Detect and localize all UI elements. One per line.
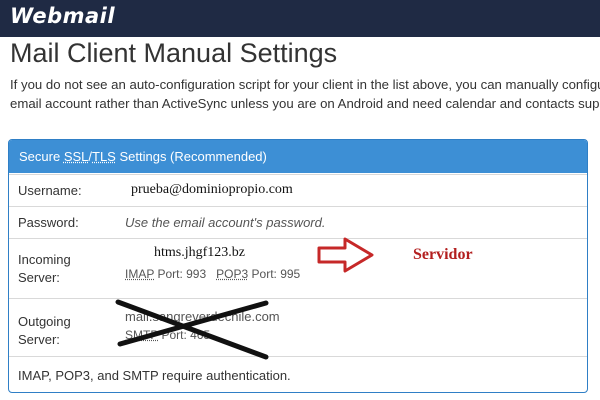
panel-header-suffix: Settings (Recommended) (115, 149, 267, 164)
intro-text: If you do not see an auto-configuration … (10, 75, 600, 113)
webmail-logo[interactable]: Webmail (10, 4, 115, 28)
top-bar: Webmail (0, 0, 600, 37)
outgoing-label-line2: Server: (18, 332, 60, 347)
auth-note: IMAP, POP3, and SMTP require authenticat… (18, 368, 291, 383)
incoming-host: htms.jhgf123.bz (154, 245, 245, 260)
intro-line-1: If you do not see an auto-configuration … (10, 77, 600, 92)
username-row: Username: prueba@dominiopropio.com (9, 174, 587, 207)
intro-line-2: email account rather than ActiveSync unl… (10, 96, 600, 111)
panel-header: Secure SSL/TLS Settings (Recommended) (9, 140, 587, 173)
username-label: Username: (18, 183, 82, 198)
outgoing-server-row: Outgoing Server: mail.sangreverdechile.c… (9, 298, 587, 357)
ssl-abbr: SSL (63, 149, 89, 164)
password-row: Password: Use the email account's passwo… (9, 206, 587, 239)
incoming-ports: IMAP Port: 993 POP3 Port: 995 (125, 267, 300, 281)
page-title: Mail Client Manual Settings (10, 38, 338, 68)
incoming-label-line1: Incoming (18, 252, 71, 267)
outgoing-ports: SMTP Port: 465 (125, 328, 210, 342)
password-value: Use the email account's password. (125, 215, 326, 230)
auth-note-row: IMAP, POP3, and SMTP require authenticat… (9, 356, 587, 392)
tls-abbr: TLS (92, 149, 116, 164)
password-label: Password: (18, 215, 79, 230)
outgoing-host: mail.sangreverdechile.com (125, 309, 280, 324)
pop3-port: Port: 995 (248, 267, 301, 281)
servidor-annotation: Servidor (413, 246, 473, 263)
pop3-abbr: POP3 (216, 267, 249, 281)
imap-abbr: IMAP (125, 267, 155, 281)
imap-port: Port: 993 (154, 267, 207, 281)
username-value: prueba@dominiopropio.com (131, 182, 293, 197)
incoming-server-row: Incoming Server: htms.jhgf123.bz IMAP Po… (9, 238, 587, 299)
ssl-settings-panel: Secure SSL/TLS Settings (Recommended) Us… (8, 139, 588, 393)
smtp-abbr: SMTP (125, 328, 159, 342)
panel-header-prefix: Secure (19, 149, 64, 164)
incoming-label-line2: Server: (18, 270, 60, 285)
smtp-port: Port: 465 (158, 328, 211, 342)
outgoing-label-line1: Outgoing (18, 314, 71, 329)
